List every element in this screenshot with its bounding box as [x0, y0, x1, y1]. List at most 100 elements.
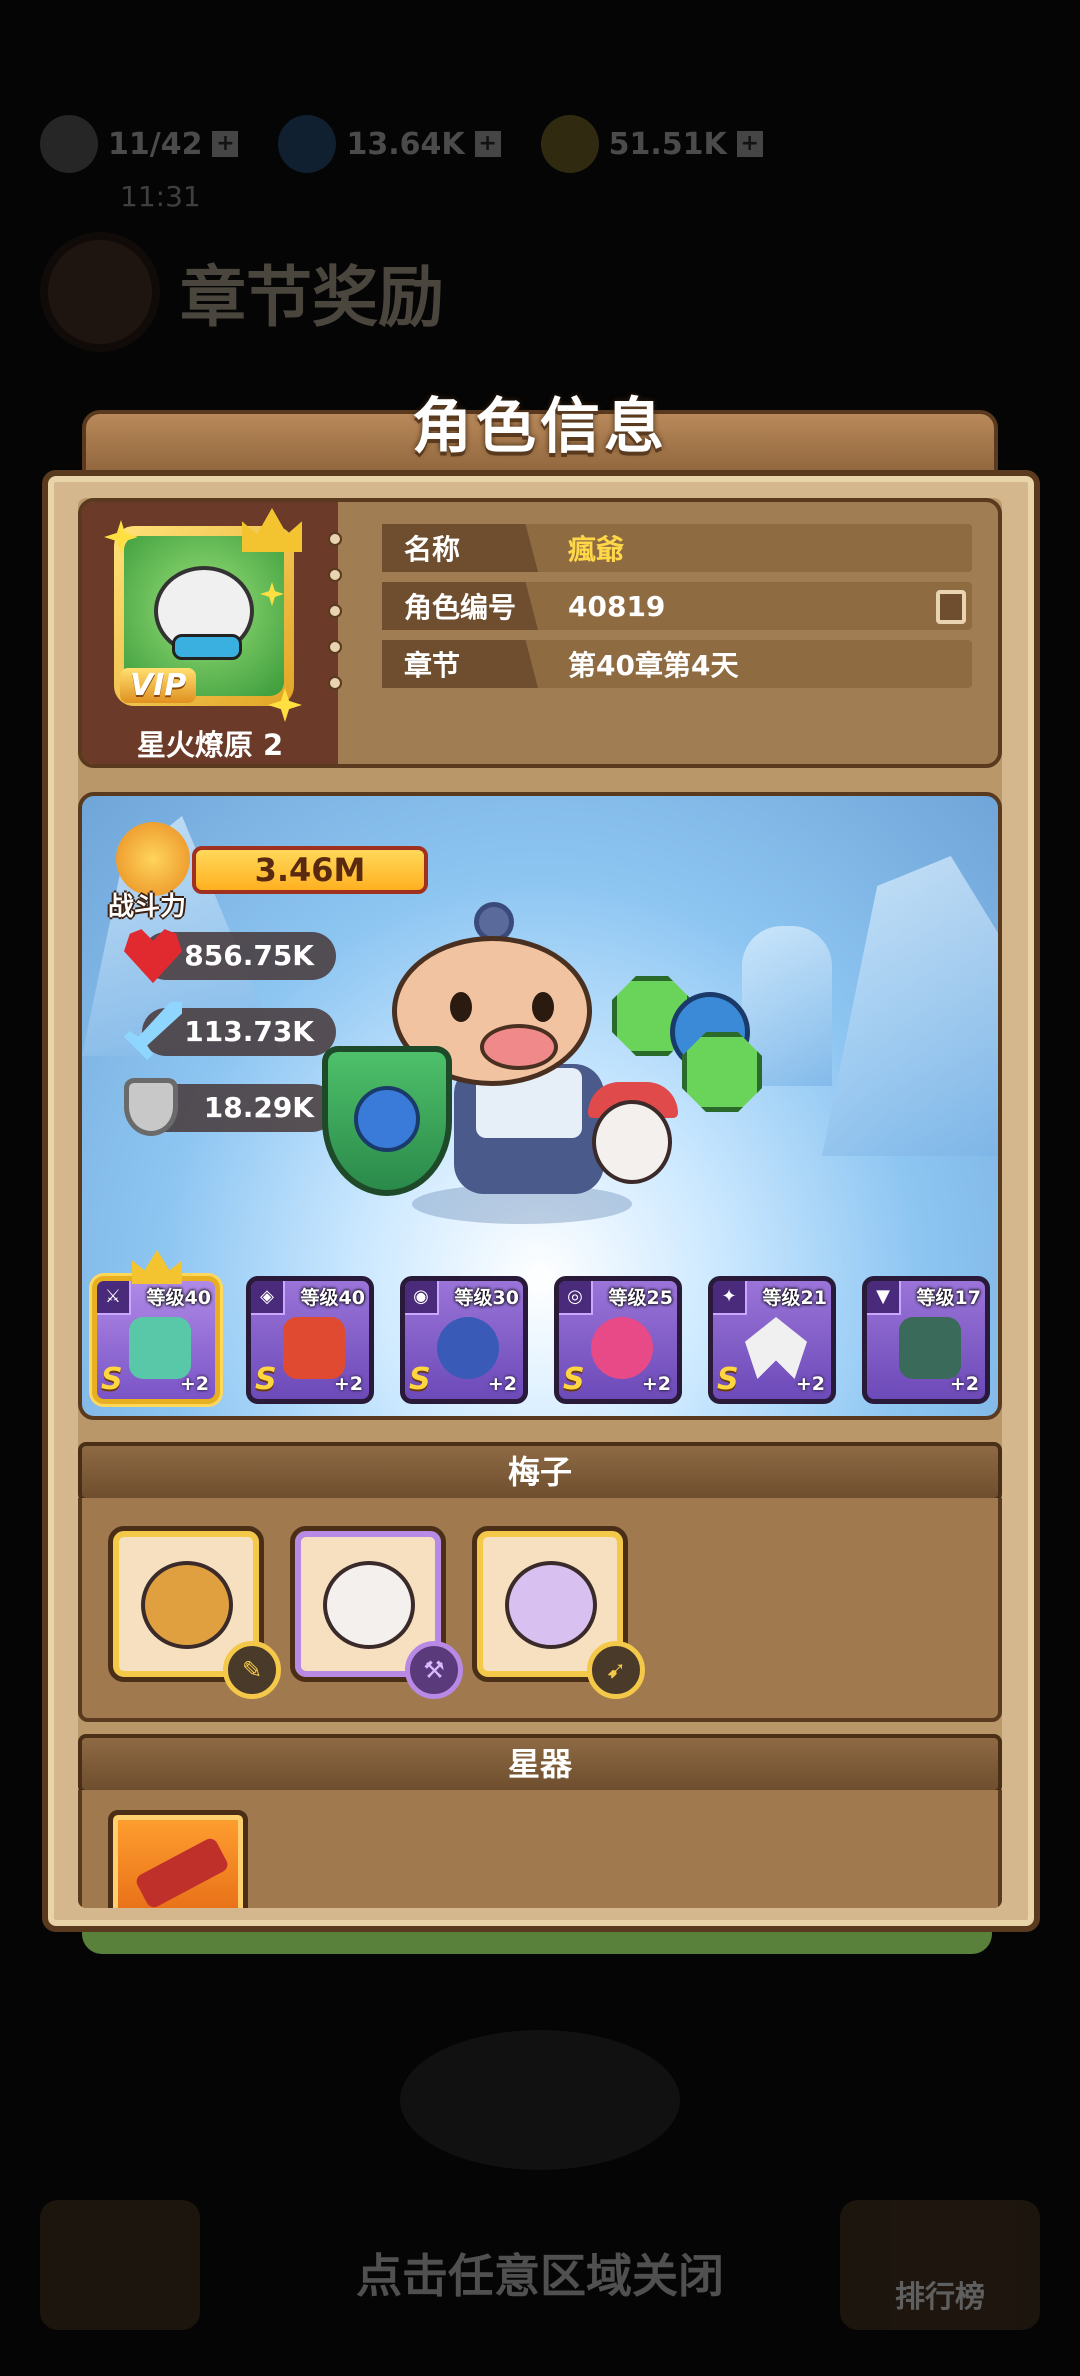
- hammer-icon: [129, 1317, 191, 1379]
- shield-icon: [124, 1078, 178, 1136]
- vip-title: 星火燎原 2: [136, 728, 284, 762]
- player-name: 瘋爺: [568, 533, 625, 566]
- hero-eye: [532, 992, 554, 1022]
- pet-portrait: [505, 1561, 597, 1649]
- equipment-slot-wings[interactable]: ✦ 等级21 S +2: [708, 1276, 836, 1404]
- equip-type-icon: ⚔: [97, 1281, 131, 1315]
- pet-card[interactable]: ✎: [108, 1526, 281, 1699]
- companion-pet: [592, 1100, 672, 1184]
- equip-type-icon: ◎: [559, 1281, 593, 1315]
- equip-plus: +2: [487, 1373, 517, 1395]
- equip-plus: +2: [795, 1373, 825, 1395]
- stamina-icon: [40, 115, 98, 173]
- rivet: [328, 532, 342, 546]
- bg-time: 11:31: [120, 180, 201, 213]
- equip-type-icon: ◈: [251, 1281, 285, 1315]
- equip-type-icon: ✦: [713, 1281, 747, 1315]
- resource-gems: 13.64K +: [278, 115, 501, 173]
- rivet: [328, 604, 342, 618]
- pet-card[interactable]: ➹: [472, 1526, 645, 1699]
- power-icon: [116, 822, 190, 896]
- add-stamina-icon: +: [212, 131, 239, 157]
- close-hint[interactable]: 点击任意区域关闭: [0, 2240, 1080, 2306]
- star-items-section: [78, 1790, 1002, 1908]
- chapter-reward-title: 章节奖励: [180, 259, 444, 336]
- pet-type-icon: ⚒: [405, 1641, 463, 1699]
- equip-level: 等级17: [916, 1287, 981, 1309]
- stamina-value: 11/42: [108, 126, 203, 162]
- wings-icon: [745, 1317, 807, 1379]
- hero-scene: 3.46M 战斗力 856.75K 113.73K 18.29K ⚔ 等级40 …: [78, 792, 1002, 1420]
- equip-grade: S: [717, 1362, 739, 1397]
- chapter-reward-header: 章节奖励: [40, 232, 444, 352]
- crown-icon: [242, 508, 302, 552]
- dialog-title: 角色信息: [412, 392, 668, 462]
- dialog-content: VIP 星火燎原 2 名称 瘋爺 角色编号 40819 章节 第40章第4天 3…: [78, 498, 1002, 1908]
- star-item-card[interactable]: [108, 1810, 248, 1908]
- boots-icon: [899, 1317, 961, 1379]
- equip-grade: S: [255, 1362, 277, 1397]
- power-label: 战斗力: [108, 892, 187, 922]
- screen[interactable]: 11/42 + 13.64K + 51.51K + 11:31 章节奖励 排行榜…: [0, 0, 1080, 2376]
- equip-level: 等级40: [300, 1287, 365, 1309]
- info-row-name: 名称 瘋爺: [382, 524, 972, 572]
- equip-plus: +2: [179, 1373, 209, 1395]
- equip-level: 等级21: [762, 1287, 827, 1309]
- rivet: [328, 676, 342, 690]
- info-label: 章节: [382, 640, 538, 688]
- pet-type-icon: ✎: [223, 1641, 281, 1699]
- equipment-slot-armor[interactable]: ◈ 等级40 S +2: [246, 1276, 374, 1404]
- info-label: 名称: [382, 524, 538, 572]
- necklace-icon: [591, 1317, 653, 1379]
- equip-level: 等级30: [454, 1287, 519, 1309]
- hero-shield-emblem: [354, 1086, 420, 1152]
- pet-portrait: [141, 1561, 233, 1649]
- equipment-slot-weapon[interactable]: ⚔ 等级40 S +2: [92, 1276, 220, 1404]
- add-gem-icon: +: [474, 131, 501, 157]
- equipment-slot-ring[interactable]: ◉ 等级30 S +2: [400, 1276, 528, 1404]
- gem-value: 13.64K: [346, 126, 465, 162]
- vip-badge: VIP: [120, 668, 197, 703]
- pet-type-icon: ➹: [587, 1641, 645, 1699]
- equipment-row: ⚔ 等级40 S +2 ◈ 等级40 S +2 ◉ 等级30 S +2 ◎ 等级…: [92, 1250, 996, 1404]
- pets-section: ✎ ⚒ ➹: [78, 1498, 1002, 1722]
- equip-type-icon: ▼: [867, 1281, 901, 1315]
- scroll-icon: [133, 1835, 231, 1908]
- crown-icon: [132, 1250, 182, 1284]
- equip-plus: +2: [333, 1373, 363, 1395]
- coin-icon: [540, 115, 599, 173]
- weapon-gem: [682, 1032, 762, 1112]
- hero-snout: [480, 1024, 558, 1070]
- rivet-column: [328, 532, 342, 690]
- avatar-panel: VIP 星火燎原 2: [82, 502, 338, 764]
- equip-plus: +2: [949, 1373, 979, 1395]
- bg-emblem: [400, 2030, 680, 2170]
- info-row-id: 角色编号 40819: [382, 582, 972, 630]
- equip-level: 等级25: [608, 1287, 673, 1309]
- equip-type-icon: ◉: [405, 1281, 439, 1315]
- power-value: 3.46M: [192, 846, 428, 894]
- profile-card: VIP 星火燎原 2 名称 瘋爺 角色编号 40819 章节 第40章第4天: [78, 498, 1002, 768]
- copy-icon[interactable]: [936, 590, 966, 624]
- rivet: [328, 640, 342, 654]
- hero-eye: [450, 992, 472, 1022]
- equipment-slot-boots[interactable]: ▼ 等级17 +2: [862, 1276, 990, 1404]
- equip-plus: +2: [641, 1373, 671, 1395]
- resource-bar: 11/42 + 13.64K + 51.51K +: [40, 115, 763, 173]
- info-row-chapter: 章节 第40章第4天: [382, 640, 972, 688]
- rivet: [328, 568, 342, 582]
- star-items-section-header: 星器: [78, 1734, 1002, 1794]
- equip-grade: S: [563, 1362, 585, 1397]
- pet-portrait: [323, 1561, 415, 1649]
- equip-level: 等级40: [146, 1287, 211, 1309]
- pets-section-header: 梅子: [78, 1442, 1002, 1502]
- equip-grade: S: [409, 1362, 431, 1397]
- equipment-slot-necklace[interactable]: ◎ 等级25 S +2: [554, 1276, 682, 1404]
- avatar-goggles: [172, 634, 242, 660]
- armor-icon: [283, 1317, 345, 1379]
- player-chapter: 第40章第4天: [568, 649, 739, 682]
- add-coin-icon: +: [736, 131, 763, 157]
- resource-stamina: 11/42 +: [40, 115, 239, 173]
- player-id: 40819: [568, 589, 666, 623]
- pet-card[interactable]: ⚒: [290, 1526, 463, 1699]
